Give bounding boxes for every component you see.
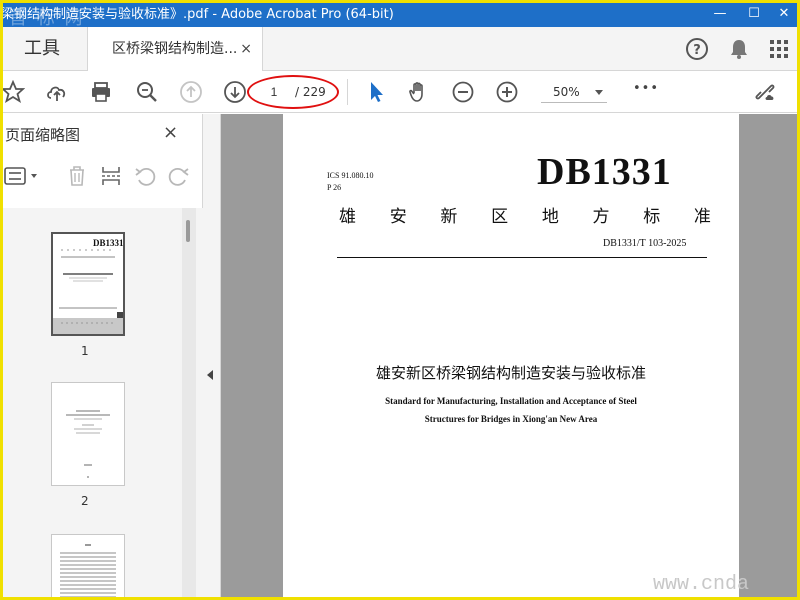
standard-category: 雄 安 新 区 地 方 标 准	[339, 202, 711, 227]
category-char: 区	[491, 207, 509, 227]
thumbnail-1-preview: DB1331	[53, 234, 124, 334]
p-number: P 26	[327, 183, 342, 192]
select-cursor-icon[interactable]	[365, 80, 389, 104]
window-close-icon[interactable]: ✕	[769, 3, 797, 27]
rotate-right-icon[interactable]	[167, 164, 191, 188]
previous-page-icon[interactable]	[179, 80, 203, 104]
tab-document[interactable]: 区桥梁钢结构制造... ×	[87, 27, 263, 72]
page-thumbnails-panel: 页面缩略图 × DB1331 1 2	[3, 114, 203, 597]
english-title-line-1: Standard for Manufacturing, Installation…	[385, 396, 637, 406]
zoom-value: 50%	[553, 85, 580, 99]
panel-close-icon[interactable]: ×	[163, 122, 178, 143]
search-icon[interactable]	[135, 80, 159, 104]
hand-tool-icon[interactable]	[407, 80, 431, 104]
tab-bar: 工具 区桥梁钢结构制造... × ?	[3, 27, 797, 72]
title-bar: 梁钢结构制造安装与验收标准》.pdf - Adobe Acrobat Pro (…	[3, 3, 797, 27]
header-rule	[337, 257, 707, 258]
standard-code: DB1331/T 103-2025	[603, 238, 687, 249]
apps-grid-icon[interactable]	[767, 37, 791, 61]
help-icon[interactable]: ?	[685, 37, 709, 61]
cloud-upload-icon[interactable]	[45, 80, 69, 104]
document-view[interactable]: ICS 91.080.10 P 26 DB1331 雄 安 新 区 地 方 标 …	[221, 114, 797, 597]
page-thumbnail-3[interactable]	[51, 534, 125, 597]
zoom-select[interactable]: 50%	[541, 81, 607, 103]
next-page-icon[interactable]	[223, 80, 247, 104]
zoom-out-icon[interactable]	[451, 80, 475, 104]
category-char: 标	[643, 207, 661, 227]
toolbar-divider	[347, 79, 348, 105]
category-char: 地	[541, 207, 559, 227]
more-tools-button[interactable]: •••	[633, 81, 659, 96]
acrobat-window: 梁钢结构制造安装与验收标准》.pdf - Adobe Acrobat Pro (…	[3, 3, 797, 597]
category-char: 方	[592, 207, 610, 227]
pdf-page: ICS 91.080.10 P 26 DB1331 雄 安 新 区 地 方 标 …	[283, 114, 739, 597]
thumbnail-options-icon[interactable]	[3, 164, 43, 188]
category-char: 新	[440, 207, 458, 227]
english-title-line-2: Structures for Bridges in Xiong'an New A…	[424, 414, 598, 424]
thumbnail-number: 2	[81, 494, 89, 508]
category-char: 雄	[339, 207, 356, 227]
print-icon[interactable]	[89, 80, 113, 104]
svg-text:DB1331: DB1331	[93, 238, 123, 248]
chinese-title: 雄安新区桥梁钢结构制造安装与验收标准	[375, 364, 646, 382]
page-navigator: / 229	[247, 75, 339, 109]
page-thumbnail-1[interactable]: DB1331	[51, 232, 125, 336]
ics-code: ICS 91.080.10 P 26	[327, 170, 373, 194]
highlight-ellipse	[247, 75, 339, 109]
panel-title: 页面缩略图	[5, 126, 81, 144]
tab-document-label: 区桥梁钢结构制造...	[112, 41, 238, 57]
ics-number: ICS 91.080.10	[327, 171, 374, 180]
site-watermark: 首 标 网	[9, 8, 85, 27]
notification-bell-icon[interactable]	[727, 37, 751, 61]
category-char: 准	[693, 207, 711, 227]
tab-close-icon[interactable]: ×	[240, 27, 252, 71]
thumbnail-scrollbar-thumb[interactable]	[186, 220, 190, 242]
main-toolbar: / 229 50% •••	[3, 71, 797, 113]
standard-prefix: DB1331	[537, 151, 672, 193]
thumbnail-2-preview	[66, 410, 110, 478]
maximize-icon[interactable]: ☐	[739, 3, 769, 27]
thumbnail-number: 1	[81, 344, 89, 358]
minimize-icon[interactable]: —	[705, 3, 735, 27]
collapse-left-icon[interactable]	[207, 370, 213, 380]
svg-text:?: ?	[693, 43, 701, 58]
thumbnail-3-preview	[60, 544, 116, 597]
thumbnail-list: DB1331 1 2	[3, 208, 203, 597]
bookmark-star-icon[interactable]	[3, 80, 25, 104]
url-watermark: www.cnda	[653, 573, 750, 596]
panel-collapse-strip[interactable]	[203, 114, 221, 597]
page-thumbnail-2[interactable]	[51, 382, 125, 486]
thumbnail-scrollbar[interactable]	[182, 208, 196, 597]
category-char: 安	[389, 207, 407, 227]
delete-page-icon[interactable]	[65, 164, 89, 188]
tab-tools[interactable]: 工具	[3, 27, 81, 71]
insert-page-icon[interactable]	[99, 164, 123, 188]
share-link-icon[interactable]	[753, 80, 777, 104]
zoom-in-icon[interactable]	[495, 80, 519, 104]
chevron-down-icon	[595, 90, 603, 95]
rotate-left-icon[interactable]	[133, 164, 157, 188]
